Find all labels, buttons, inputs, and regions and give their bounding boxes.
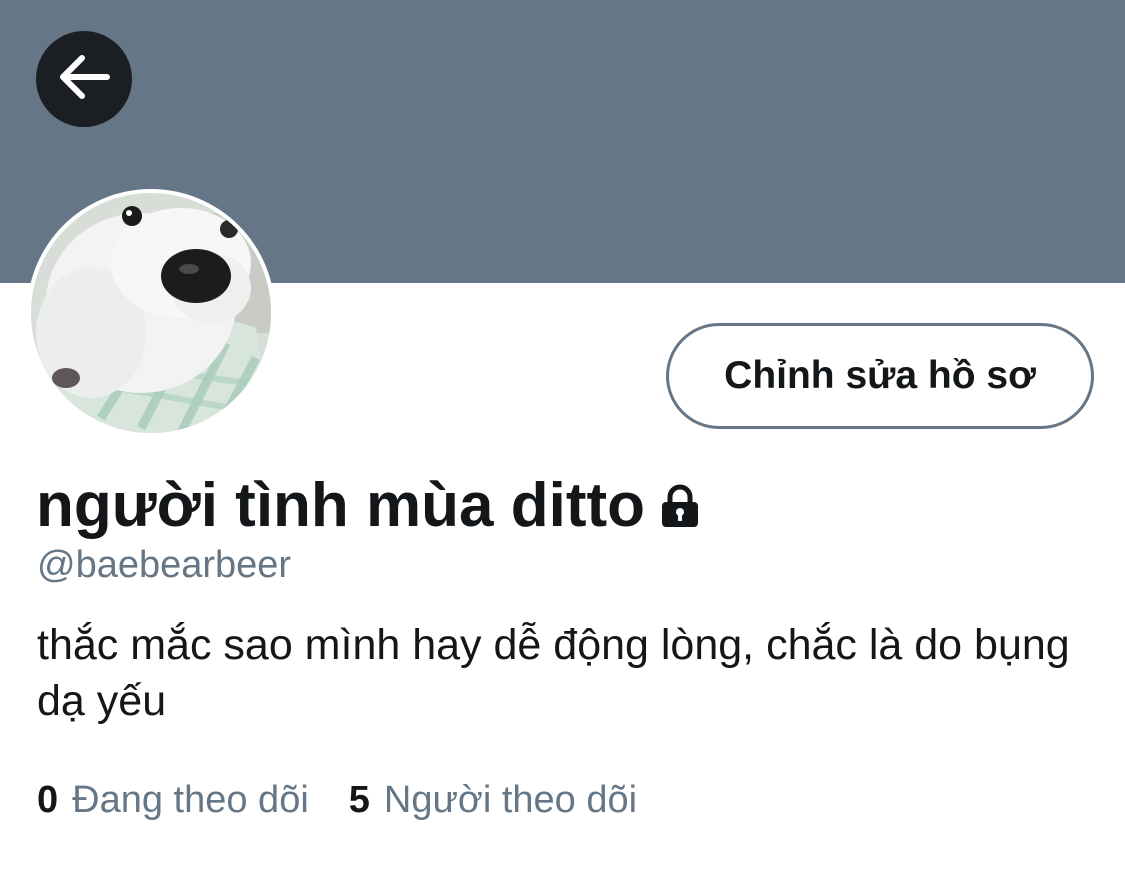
profile-page: Chỉnh sửa hồ sơ người tình mùa ditto @ba… — [0, 0, 1125, 872]
edit-profile-button[interactable]: Chỉnh sửa hồ sơ — [666, 323, 1094, 429]
followers-count: 5 — [348, 779, 370, 821]
avatar-image — [31, 193, 271, 433]
profile-bio: thắc mắc sao mình hay dễ động lòng, chắc… — [37, 621, 1070, 725]
following-count: 0 — [37, 779, 59, 821]
edit-profile-label: Chỉnh sửa hồ sơ — [724, 354, 1036, 397]
avatar[interactable] — [27, 189, 275, 437]
following-stat[interactable]: 0 Đang theo dõi — [37, 779, 309, 822]
back-button[interactable] — [36, 31, 132, 127]
profile-name-row: người tình mùa ditto — [36, 470, 703, 540]
profile-stats: 0 Đang theo dõi 5 Người theo dõi — [37, 779, 637, 822]
arrow-left-icon — [57, 54, 111, 105]
profile-handle: @baebearbeer — [37, 544, 292, 586]
display-name: người tình mùa ditto — [36, 470, 645, 540]
followers-label: Người theo dõi — [383, 779, 638, 821]
lock-icon — [657, 483, 703, 534]
followers-stat[interactable]: 5 Người theo dõi — [349, 779, 637, 822]
following-label: Đang theo dõi — [72, 779, 309, 821]
